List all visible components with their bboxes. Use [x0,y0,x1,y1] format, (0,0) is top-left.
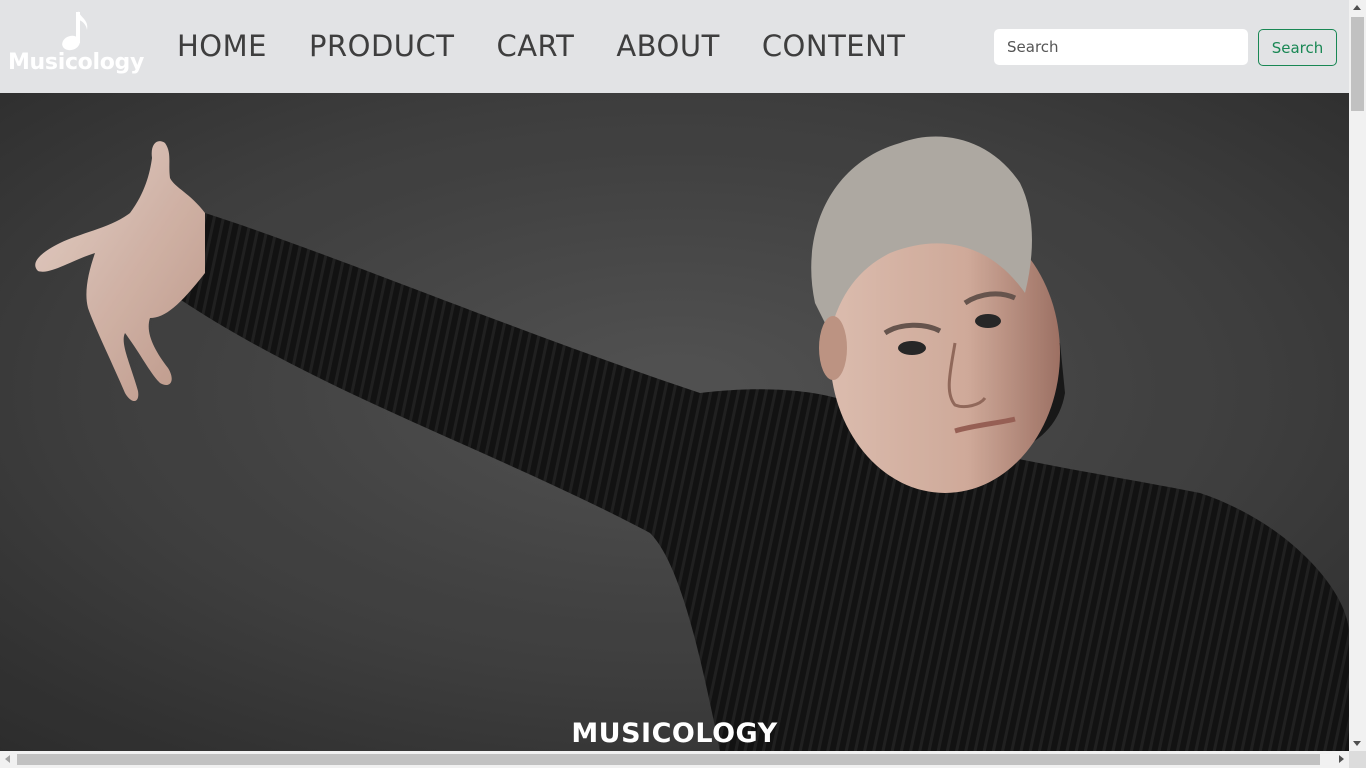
nav-link-cart[interactable]: CART [475,0,595,93]
hero-caption: MUSICOLOGY [571,718,778,749]
brand-logo[interactable]: Musicology [7,8,145,84]
search-button[interactable]: Search [1258,29,1337,66]
scrollbar-corner [1349,751,1366,768]
navbar: Musicology HOME PRODUCT CART ABOUT CONTE… [0,0,1349,93]
music-note-icon [62,11,88,51]
nav-link-product[interactable]: PRODUCT [288,0,475,93]
hero-image [0,93,1349,751]
hero-banner: MUSICOLOGY [0,93,1349,751]
horizontal-scrollbar[interactable] [0,751,1349,768]
horizontal-scroll-thumb[interactable] [17,754,1320,765]
page: Musicology HOME PRODUCT CART ABOUT CONTE… [0,0,1366,768]
scroll-left-icon[interactable] [5,755,10,763]
scroll-down-icon[interactable] [1353,741,1361,746]
nav-link-home[interactable]: HOME [156,0,288,93]
nav-link-about[interactable]: ABOUT [595,0,741,93]
nav-links: HOME PRODUCT CART ABOUT CONTENT [156,0,927,93]
vertical-scrollbar[interactable] [1349,0,1366,751]
search-input[interactable] [994,29,1248,65]
scroll-up-icon[interactable] [1353,5,1361,10]
vertical-scroll-thumb[interactable] [1351,17,1364,111]
brand-name: Musicology [7,50,145,75]
nav-link-content[interactable]: CONTENT [741,0,927,93]
scroll-right-icon[interactable] [1339,755,1344,763]
